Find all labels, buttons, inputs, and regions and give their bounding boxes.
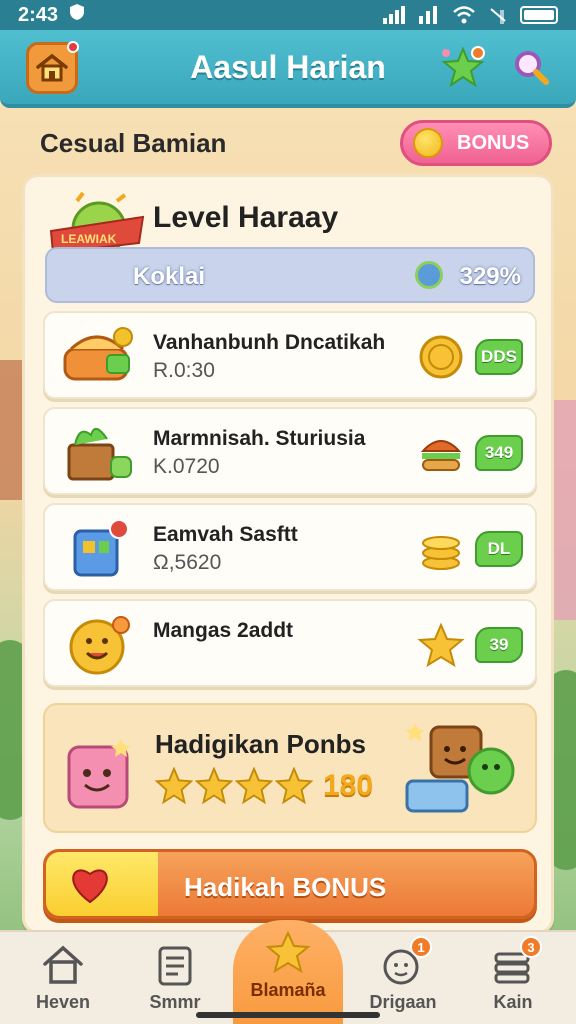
crate-icon [61, 421, 137, 485]
nav-item-star[interactable]: Blamaña [233, 920, 343, 1024]
star-icon [155, 767, 193, 805]
clipboard-icon [152, 942, 198, 988]
search-icon [515, 51, 549, 85]
smiley-sun-icon [61, 613, 137, 677]
item-subtext: R.0:30 [153, 359, 215, 382]
progress-percent: 329% [459, 263, 521, 290]
heart-icon [68, 864, 112, 906]
bonus-count: 180 [323, 769, 374, 802]
shield-status-icon [68, 3, 86, 27]
coin-icon [417, 333, 465, 381]
nav-label: Drigaan [369, 992, 437, 1012]
nav-item-home[interactable]: Heven [8, 932, 118, 1024]
pink-fridge-character-icon [61, 733, 141, 815]
green-star-gift-icon [441, 46, 485, 88]
nav-label: Kain [493, 992, 533, 1012]
house-icon [40, 942, 86, 988]
wifi-icon [453, 6, 475, 24]
gift-button[interactable] [440, 44, 486, 90]
section-title: Cesual Bamian [40, 128, 227, 158]
nav-item-more[interactable]: 3 Kain [458, 932, 568, 1024]
star-icon [265, 930, 311, 976]
rewards-panel: LEAWIAK Level Haraay Koklai 329% Vanhanb… [22, 174, 554, 934]
home-button[interactable] [26, 41, 79, 94]
item-tag: DL [475, 531, 523, 567]
item-name: Marmnisah. Sturiusia [153, 427, 366, 450]
signal-secondary-icon [419, 6, 437, 24]
page-title: Aasul Harian [190, 48, 386, 85]
level-badge-text: LEAWIAK [61, 232, 117, 246]
reward-item[interactable]: Marmnisah. Sturiusia K.0720 349 [43, 407, 537, 495]
status-icons [382, 6, 558, 24]
bottom-nav: Heven Smmr Blamaña 1 Drigaan 3 Kain [0, 920, 576, 1024]
level-header: LEAWIAK Level Haraay [45, 191, 535, 273]
nav-label: Blamaña [250, 980, 326, 1000]
robot-box-icon [61, 517, 137, 581]
home-icon [36, 53, 68, 82]
bonus-card[interactable]: Hadigikan Ponbs 180 [43, 703, 537, 833]
nav-item-friends[interactable]: 1 Drigaan [348, 932, 458, 1024]
reward-item[interactable]: Vanhanbunh Dncatikah R.0:30 DDS [43, 311, 537, 399]
bonus-button[interactable]: BONUS [400, 120, 552, 166]
subheader: Cesual Bamian BONUS [0, 118, 576, 170]
item-name: Vanhanbunh Dncatikah [153, 331, 386, 354]
nav-item-summary[interactable]: Smmr [120, 932, 230, 1024]
nav-label: Heven [35, 992, 91, 1012]
star-icon [275, 767, 313, 805]
star-icon [235, 767, 273, 805]
app-header: Aasul Harian [0, 30, 576, 108]
item-tag: DDS [475, 339, 523, 375]
search-button[interactable] [510, 46, 552, 88]
level-title: Level Haraay [153, 201, 339, 234]
nav-badge: 3 [520, 936, 542, 958]
battery-icon [520, 6, 558, 24]
happy-characters-icon [401, 721, 521, 821]
bread-icon [61, 325, 137, 389]
coin-stack-icon [417, 525, 465, 573]
home-notification-dot [67, 41, 79, 53]
reward-item[interactable]: Eamvah Sasftt Ω,5620 DL [43, 503, 537, 591]
bonus-button-label: BONUS [457, 131, 530, 154]
claim-bonus-button[interactable]: Hadikah BONUS [43, 849, 537, 919]
shield-progress-icon [415, 261, 443, 289]
star-icon [417, 621, 465, 669]
cta-label: Hadikah BONUS [184, 872, 387, 902]
item-subtext: K.0720 [153, 455, 220, 478]
item-subtext: Ω,5620 [153, 551, 222, 574]
item-name: Eamvah Sasftt [153, 523, 298, 546]
star-icon [195, 767, 233, 805]
nav-label: Smmr [149, 992, 201, 1012]
nav-badge: 1 [410, 936, 432, 958]
item-tag: 349 [475, 435, 523, 471]
face-icon: 1 [380, 936, 432, 988]
item-tag: 39 [475, 627, 523, 663]
no-signal-icon [490, 8, 506, 24]
bonus-stars [155, 767, 313, 805]
item-name: Mangas 2addt [153, 619, 294, 642]
stack-icon: 3 [490, 936, 542, 988]
progress-label: Koklai [133, 263, 206, 290]
gold-coin-icon [413, 128, 443, 158]
status-bar: 2:43 [0, 0, 576, 30]
level-progress-bar: Koklai 329% [45, 247, 535, 303]
status-time: 2:43 [18, 3, 59, 26]
burger-icon [417, 429, 465, 477]
bonus-title: Hadigikan Ponbs [155, 729, 366, 759]
home-indicator [196, 1012, 380, 1018]
signal-icon [383, 6, 405, 24]
reward-item[interactable]: Mangas 2addt 39 [43, 599, 537, 687]
